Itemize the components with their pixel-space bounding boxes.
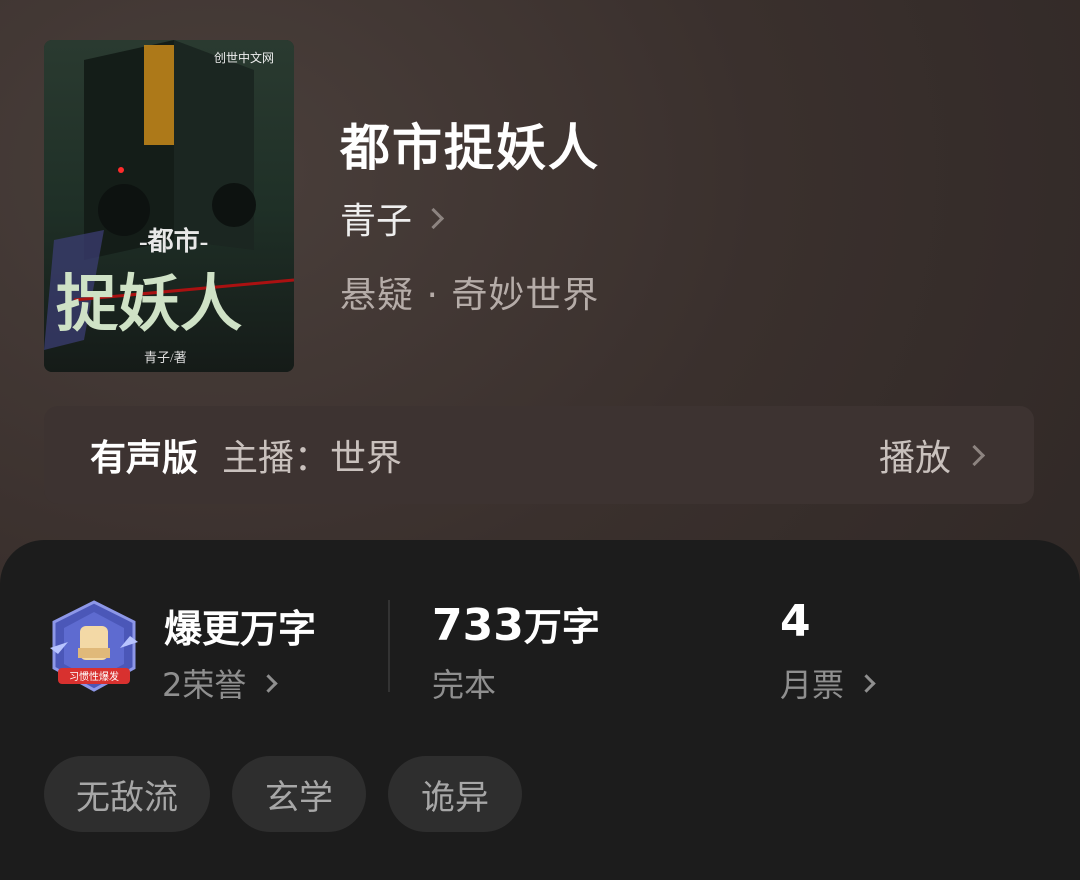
tag-chip[interactable]: 诡异: [388, 756, 522, 832]
stats-divider: [388, 600, 390, 692]
cover-publisher: 创世中文网: [214, 50, 274, 65]
book-status: 完本: [432, 666, 497, 704]
honor-link[interactable]: 2荣誉: [162, 660, 279, 706]
audio-host: 主播：世界: [222, 438, 403, 479]
word-count: 733万字: [432, 596, 600, 651]
honor-badge-icon[interactable]: 习惯性爆发: [48, 598, 140, 696]
monthly-votes-count: 4: [780, 596, 811, 647]
book-title: 都市捉妖人: [340, 119, 600, 177]
monthly-votes-label: 月票: [780, 666, 845, 704]
word-count-number: 733: [432, 600, 524, 651]
word-count-unit: 万字: [523, 605, 600, 649]
tag-chip[interactable]: 玄学: [232, 756, 366, 832]
cover-title-big: 捉妖人: [56, 270, 242, 339]
author-link[interactable]: 青子: [340, 192, 445, 244]
cover-author: 青子/著: [144, 350, 187, 365]
honor-count: 2荣誉: [162, 666, 247, 704]
chevron-right-icon: [857, 673, 876, 693]
chevron-right-icon: [963, 444, 986, 466]
cover-title-small: -都市-: [139, 226, 208, 256]
audio-version-bar[interactable]: 有声版 主播：世界 播放: [44, 406, 1034, 504]
honor-title: 爆更万字: [164, 607, 317, 651]
chevron-right-icon: [422, 207, 445, 229]
tag-chip[interactable]: 无敌流: [44, 756, 210, 832]
author-name: 青子: [340, 201, 413, 242]
book-cover[interactable]: -都市- 捉妖人 青子/著 创世中文网: [44, 40, 294, 372]
audio-label: 有声版: [90, 438, 199, 479]
badge-text: 习惯性爆发: [69, 670, 119, 683]
play-button[interactable]: 播放: [878, 429, 986, 481]
book-genre: 悬疑 · 奇妙世界: [340, 275, 600, 316]
play-label: 播放: [878, 438, 951, 479]
chevron-right-icon: [259, 673, 279, 693]
monthly-votes-link[interactable]: 月票: [780, 660, 876, 706]
